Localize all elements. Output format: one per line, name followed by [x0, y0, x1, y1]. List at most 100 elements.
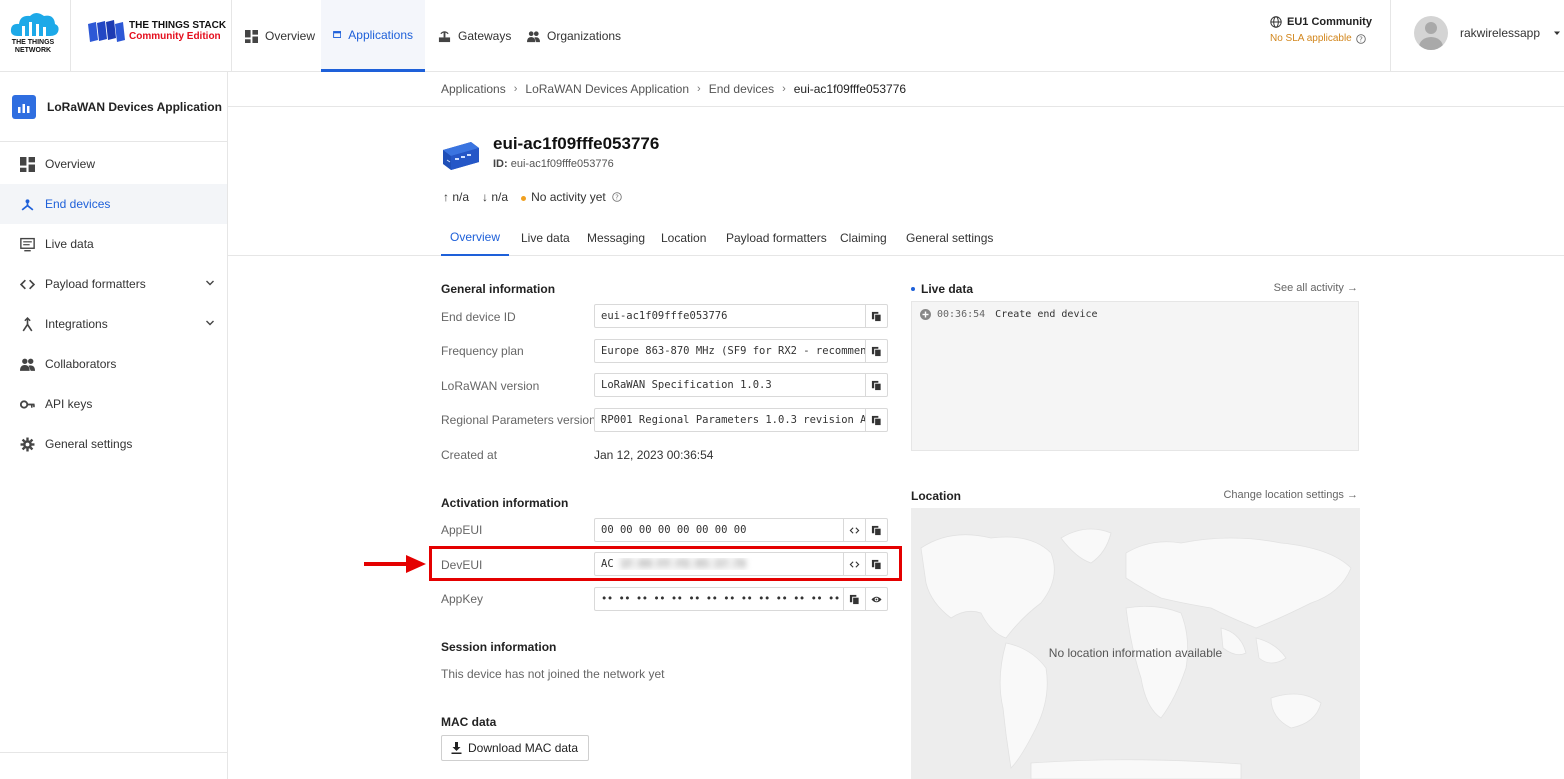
stack-logo[interactable]: THE THINGS STACK Community Edition	[84, 16, 226, 48]
nav-label: Overview	[265, 29, 316, 43]
tab-claiming[interactable]: Claiming	[840, 220, 887, 256]
end-device-id-label: End device ID	[441, 310, 516, 324]
downlink-value: n/a	[491, 190, 509, 204]
tab-payload-formatters[interactable]: Payload formatters	[726, 220, 827, 256]
nav-gateways[interactable]: Gateways	[426, 0, 523, 72]
copy-button[interactable]	[865, 340, 887, 362]
svg-text:?: ?	[615, 194, 619, 202]
lorawan-version-label: LoRaWAN version	[441, 379, 540, 393]
breadcrumb-applications[interactable]: Applications	[441, 82, 506, 96]
download-mac-data-label: Download MAC data	[468, 741, 579, 755]
world-map-icon	[920, 528, 1352, 779]
nav-applications[interactable]: Applications	[321, 0, 425, 72]
copy-button[interactable]	[865, 409, 887, 431]
device-tabs: Overview Live data Messaging Location Pa…	[228, 220, 1564, 256]
copy-icon	[871, 525, 882, 536]
end-devices-icon	[21, 198, 34, 211]
live-data-title-wrap: Live data	[911, 282, 973, 296]
sidebar-item-label: Payload formatters	[45, 277, 146, 291]
cluster-info[interactable]: EU1 Community No SLA applicable ?	[1270, 16, 1380, 44]
chevron-down-icon[interactable]	[205, 278, 215, 288]
copy-button[interactable]	[865, 374, 887, 396]
deveui-highlight-box	[429, 546, 902, 581]
chevron-down-icon[interactable]	[205, 318, 215, 328]
copy-button[interactable]	[865, 519, 887, 541]
general-info-title: General information	[441, 282, 556, 296]
sidebar-item-api-keys[interactable]: API keys	[0, 384, 227, 424]
sidebar-item-end-devices[interactable]: End devices	[0, 184, 227, 224]
user-menu[interactable]: rakwirelessapp	[1414, 16, 1562, 50]
sidebar-item-label: Collaborators	[45, 357, 117, 371]
arrow-down-icon: ↓	[482, 190, 489, 204]
sla-text: No SLA applicable	[1270, 33, 1352, 44]
breadcrumb-separator: ›	[782, 83, 786, 95]
regional-params-value[interactable]: RP001 Regional Parameters 1.0.3 revision…	[595, 414, 865, 426]
sidebar-item-collaborators[interactable]: Collaborators	[0, 344, 227, 384]
nav-organizations[interactable]: Organizations	[515, 0, 633, 72]
event-time: 00:36:54	[937, 309, 986, 320]
regional-params-label: Regional Parameters version	[441, 413, 596, 427]
top-header: THE THINGS NETWORK THE THINGS STACK Comm…	[0, 0, 1564, 72]
tab-overview[interactable]: Overview	[441, 220, 509, 256]
breadcrumb-application[interactable]: LoRaWAN Devices Application	[525, 82, 689, 96]
copy-button[interactable]	[843, 588, 865, 610]
change-location-link[interactable]: Change location settings →	[1208, 489, 1358, 501]
breadcrumb: Applications › LoRaWAN Devices Applicati…	[228, 72, 1564, 107]
appkey-field: •• •• •• •• •• •• •• •• •• •• •• •• •• •…	[594, 587, 888, 611]
appkey-value[interactable]: •• •• •• •• •• •• •• •• •• •• •• •• •• •…	[595, 593, 843, 605]
cluster-name: EU1 Community	[1287, 16, 1372, 28]
tab-live-data[interactable]: Live data	[521, 220, 570, 256]
eye-icon	[871, 596, 882, 602]
people-icon	[527, 30, 540, 42]
tab-general-settings[interactable]: General settings	[906, 220, 993, 256]
tab-location[interactable]: Location	[661, 220, 706, 256]
location-map[interactable]: No location information available	[911, 508, 1360, 779]
window-icon	[333, 31, 342, 38]
activity-text: No activity yet	[531, 190, 606, 204]
no-location-message: No location information available	[1048, 646, 1223, 660]
plus-circle-icon	[920, 309, 931, 320]
ttn-logo[interactable]: THE THINGS NETWORK	[8, 10, 60, 56]
tab-messaging[interactable]: Messaging	[587, 220, 645, 256]
activity-status: No activity yet ?	[521, 190, 622, 204]
sidebar-item-overview[interactable]: Overview	[0, 144, 227, 184]
sidebar-item-general-settings[interactable]: General settings	[0, 424, 227, 464]
live-data-title: Live data	[921, 282, 974, 296]
mac-data-title: MAC data	[441, 715, 497, 729]
breadcrumb-end-devices[interactable]: End devices	[709, 82, 774, 96]
main-content: Applications › LoRaWAN Devices Applicati…	[228, 72, 1564, 779]
sidebar-app-header[interactable]: LoRaWAN Devices Application	[0, 72, 227, 142]
uplink-stat: ↑ n/a	[443, 190, 469, 204]
live-data-panel: 00:36:54 Create end device	[911, 301, 1359, 451]
sidebar-item-label: Integrations	[45, 317, 108, 331]
page-title: eui-ac1f09fffe053776	[493, 134, 660, 153]
frequency-plan-label: Frequency plan	[441, 344, 524, 358]
sidebar-item-live-data[interactable]: Live data	[0, 224, 227, 264]
lorawan-version-value[interactable]: LoRaWAN Specification 1.0.3	[595, 379, 865, 391]
sidebar-item-integrations[interactable]: Integrations	[0, 304, 227, 344]
avatar	[1414, 16, 1448, 50]
people-icon	[20, 358, 35, 371]
device-id-value: eui-ac1f09fffe053776	[510, 158, 614, 170]
see-all-activity-link[interactable]: See all activity →	[1258, 282, 1358, 294]
device-stats: ↑ n/a ↓ n/a No activity yet ?	[443, 190, 622, 204]
sidebar-item-label: Live data	[45, 237, 94, 251]
copy-icon	[871, 311, 882, 322]
arrow-right-icon	[364, 555, 426, 573]
nav-overview[interactable]: Overview	[233, 0, 327, 72]
regional-params-field: RP001 Regional Parameters 1.0.3 revision…	[594, 408, 888, 432]
key-icon	[20, 399, 35, 409]
live-dot-icon	[911, 287, 915, 291]
end-device-id-value[interactable]: eui-ac1f09fffe053776	[595, 310, 865, 322]
sidebar-item-payload-formatters[interactable]: Payload formatters	[0, 264, 227, 304]
nav-label: Gateways	[458, 29, 512, 43]
device-id: ID: eui-ac1f09fffe053776	[493, 158, 614, 170]
help-icon[interactable]: ?	[612, 192, 622, 202]
frequency-plan-value[interactable]: Europe 863-870 MHz (SF9 for RX2 - recomm…	[595, 345, 865, 357]
copy-button[interactable]	[865, 305, 887, 327]
download-mac-data-button[interactable]: Download MAC data	[441, 735, 590, 761]
show-key-button[interactable]	[865, 588, 887, 610]
appeui-value[interactable]: 00 00 00 00 00 00 00 00	[595, 524, 843, 536]
live-event-row[interactable]: 00:36:54 Create end device	[920, 309, 1098, 320]
toggle-format-button[interactable]	[843, 519, 865, 541]
